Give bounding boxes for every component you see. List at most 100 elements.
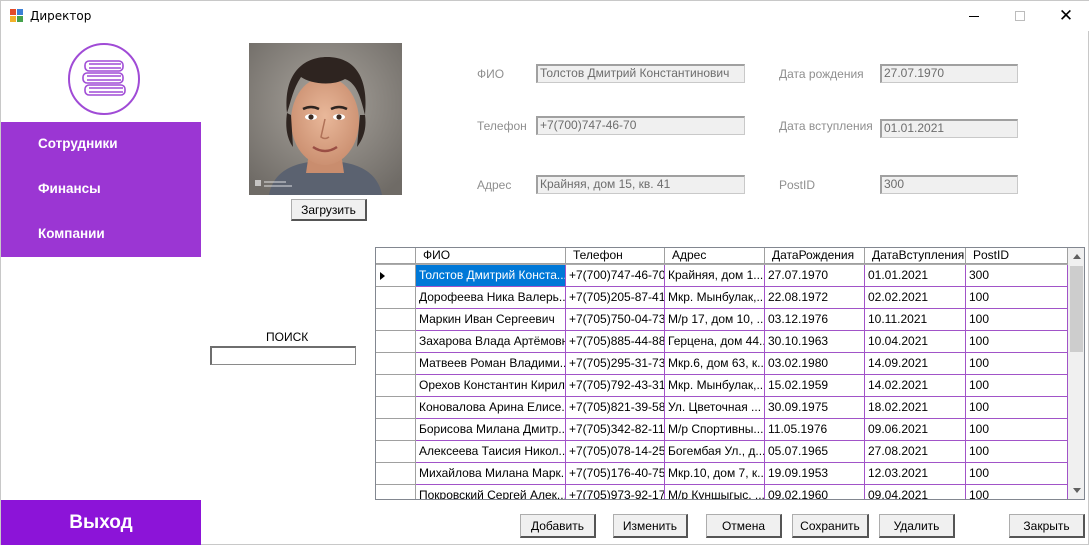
delete-button[interactable]: Удалить xyxy=(879,514,955,538)
table-row[interactable]: Матвеев Роман Владими... +7(705)295-31-73… xyxy=(376,353,1068,375)
table-cell[interactable]: +7(705)792-43-31 xyxy=(566,375,665,397)
table-cell[interactable]: 100 xyxy=(966,419,1068,441)
table-cell[interactable]: 22.08.1972 xyxy=(765,287,865,309)
table-cell[interactable]: 100 xyxy=(966,287,1068,309)
scroll-down-button[interactable] xyxy=(1068,482,1084,499)
table-cell[interactable]: 02.02.2021 xyxy=(865,287,966,309)
birth-date-field[interactable]: 27.07.1970 xyxy=(880,64,1018,83)
table-cell[interactable]: +7(705)176-40-75 xyxy=(566,463,665,485)
post-id-field[interactable]: 300 xyxy=(880,175,1018,194)
table-cell[interactable]: 03.02.1980 xyxy=(765,353,865,375)
table-cell[interactable]: Герцена, дом 44... xyxy=(665,331,765,353)
table-cell[interactable]: 09.06.2021 xyxy=(865,419,966,441)
cancel-button[interactable]: Отмена xyxy=(706,514,782,538)
table-cell[interactable]: 100 xyxy=(966,441,1068,463)
save-button[interactable]: Сохранить xyxy=(792,514,869,538)
table-cell[interactable]: +7(705)885-44-88 xyxy=(566,331,665,353)
table-cell[interactable]: 15.02.1959 xyxy=(765,375,865,397)
close-window-button[interactable]: ✕ xyxy=(1043,1,1089,31)
table-cell[interactable]: 19.09.1953 xyxy=(765,463,865,485)
table-cell[interactable]: 100 xyxy=(966,375,1068,397)
row-header[interactable] xyxy=(376,287,416,309)
exit-button[interactable]: Выход xyxy=(1,500,201,545)
table-cell[interactable]: +7(705)205-87-41 xyxy=(566,287,665,309)
scroll-thumb[interactable] xyxy=(1070,266,1083,352)
table-cell[interactable]: М/р Куншыгыс, ... xyxy=(665,485,765,499)
add-button[interactable]: Добавить xyxy=(520,514,596,538)
row-header[interactable] xyxy=(376,353,416,375)
table-cell[interactable]: Мкр.10, дом 7, к... xyxy=(665,463,765,485)
table-cell[interactable]: 100 xyxy=(966,309,1068,331)
minimize-button[interactable] xyxy=(951,1,997,31)
table-cell[interactable]: Захарова Влада Артёмовна xyxy=(416,331,566,353)
table-cell[interactable]: +7(700)747-46-70 xyxy=(566,265,665,287)
table-row[interactable]: Захарова Влада Артёмовна +7(705)885-44-88… xyxy=(376,331,1068,353)
row-header[interactable] xyxy=(376,309,416,331)
column-header[interactable]: ФИО xyxy=(416,248,566,264)
table-row[interactable]: Дорофеева Ника Валерь... +7(705)205-87-41… xyxy=(376,287,1068,309)
row-header[interactable] xyxy=(376,397,416,419)
sidebar-item-finances[interactable]: Финансы xyxy=(38,181,101,196)
table-cell[interactable]: 100 xyxy=(966,397,1068,419)
table-cell[interactable]: 27.07.1970 xyxy=(765,265,865,287)
table-row[interactable]: Толстов Дмитрий Конста... +7(700)747-46-7… xyxy=(376,265,1068,287)
sidebar-item-employees[interactable]: Сотрудники xyxy=(38,136,118,151)
table-cell[interactable]: Борисова Милана Дмитр... xyxy=(416,419,566,441)
search-input[interactable] xyxy=(210,346,356,365)
table-row[interactable]: Покровский Сергей Алек... +7(705)973-92-1… xyxy=(376,485,1068,499)
edit-button[interactable]: Изменить xyxy=(613,514,688,538)
row-header[interactable] xyxy=(376,419,416,441)
row-header[interactable] xyxy=(376,441,416,463)
table-cell[interactable]: 14.02.2021 xyxy=(865,375,966,397)
fio-field[interactable]: Толстов Дмитрий Константинович xyxy=(536,64,745,83)
table-cell[interactable]: 30.10.1963 xyxy=(765,331,865,353)
table-cell[interactable]: 01.01.2021 xyxy=(865,265,966,287)
column-header[interactable]: PostID xyxy=(966,248,1068,264)
maximize-button[interactable] xyxy=(997,1,1043,31)
table-cell[interactable]: М/р 17, дом 10, ... xyxy=(665,309,765,331)
table-cell[interactable]: 100 xyxy=(966,331,1068,353)
table-cell[interactable]: 09.04.2021 xyxy=(865,485,966,499)
table-cell[interactable]: М/р Спортивны... xyxy=(665,419,765,441)
column-header[interactable]: ДатаВступления xyxy=(865,248,966,264)
table-cell[interactable]: +7(705)973-92-17 xyxy=(566,485,665,499)
table-cell[interactable]: Покровский Сергей Алек... xyxy=(416,485,566,499)
table-cell[interactable]: Дорофеева Ника Валерь... xyxy=(416,287,566,309)
table-cell[interactable]: Мкр.6, дом 63, к... xyxy=(665,353,765,375)
table-row[interactable]: Борисова Милана Дмитр... +7(705)342-82-11… xyxy=(376,419,1068,441)
join-date-field[interactable]: 01.01.2021 xyxy=(880,119,1018,138)
table-cell[interactable]: Мкр. Мынбулак,... xyxy=(665,375,765,397)
table-cell[interactable]: 10.11.2021 xyxy=(865,309,966,331)
table-cell[interactable]: Маркин Иван Сергеевич xyxy=(416,309,566,331)
table-cell[interactable]: 10.04.2021 xyxy=(865,331,966,353)
table-cell[interactable]: Матвеев Роман Владими... xyxy=(416,353,566,375)
table-cell[interactable]: Алексеева Таисия Никол... xyxy=(416,441,566,463)
table-cell[interactable]: 27.08.2021 xyxy=(865,441,966,463)
row-header[interactable] xyxy=(376,265,416,287)
table-cell[interactable]: 14.09.2021 xyxy=(865,353,966,375)
phone-field[interactable]: +7(700)747-46-70 xyxy=(536,116,745,135)
table-cell[interactable]: 12.03.2021 xyxy=(865,463,966,485)
row-header[interactable] xyxy=(376,375,416,397)
column-header[interactable]: Адрес xyxy=(665,248,765,264)
table-cell[interactable]: 100 xyxy=(966,485,1068,499)
table-cell[interactable]: 100 xyxy=(966,463,1068,485)
sidebar-item-companies[interactable]: Компании xyxy=(38,226,105,241)
scroll-up-button[interactable] xyxy=(1068,248,1084,265)
table-cell[interactable]: Толстов Дмитрий Конста... xyxy=(416,265,566,287)
table-row[interactable]: Коновалова Арина Елисе... +7(705)821-39-5… xyxy=(376,397,1068,419)
row-header[interactable] xyxy=(376,331,416,353)
row-header[interactable] xyxy=(376,485,416,499)
table-cell[interactable]: 05.07.1965 xyxy=(765,441,865,463)
close-button[interactable]: Закрыть xyxy=(1009,514,1085,538)
table-cell[interactable]: Орехов Константин Кирил... xyxy=(416,375,566,397)
table-row[interactable]: Маркин Иван Сергеевич +7(705)750-04-73 М/р… xyxy=(376,309,1068,331)
table-cell[interactable]: Коновалова Арина Елисе... xyxy=(416,397,566,419)
column-header[interactable]: Телефон xyxy=(566,248,665,264)
column-header[interactable]: ДатаРождения xyxy=(765,248,865,264)
row-header[interactable] xyxy=(376,463,416,485)
table-cell[interactable]: Крайняя, дом 1... xyxy=(665,265,765,287)
table-cell[interactable]: 03.12.1976 xyxy=(765,309,865,331)
table-cell[interactable]: Ул. Цветочная ... xyxy=(665,397,765,419)
table-scrollbar[interactable] xyxy=(1068,248,1084,499)
